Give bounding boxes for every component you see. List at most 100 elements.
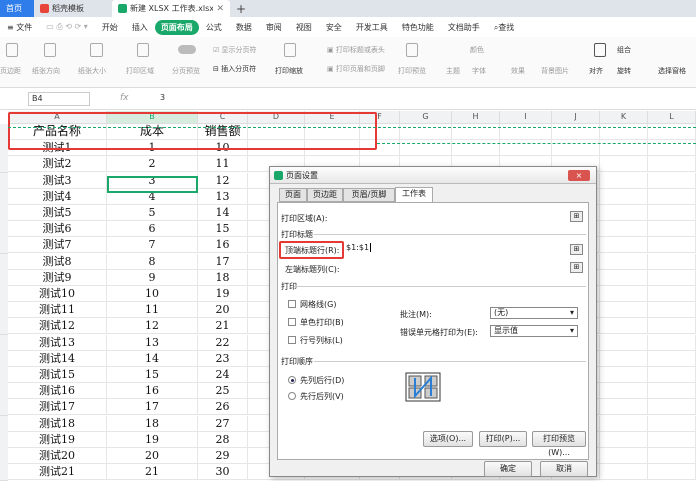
column-header-i[interactable]: I: [500, 111, 552, 124]
menu-view[interactable]: 视图: [289, 22, 319, 33]
menu-search[interactable]: ⌕查找: [487, 22, 521, 33]
row-header[interactable]: [0, 270, 8, 287]
row-header[interactable]: [0, 464, 8, 481]
empty-cell[interactable]: [600, 399, 648, 415]
headings-checkbox[interactable]: [288, 336, 296, 344]
row-header[interactable]: [0, 318, 8, 335]
table-cell[interactable]: 测试5: [8, 205, 107, 221]
print-area-picker-icon[interactable]: ⊞: [570, 211, 583, 222]
table-cell[interactable]: 测试9: [8, 270, 107, 286]
theme-button[interactable]: 主题: [446, 66, 460, 76]
tab-template[interactable]: 稻壳模板: [34, 0, 112, 17]
empty-cell[interactable]: [600, 383, 648, 399]
empty-cell[interactable]: [600, 286, 648, 302]
empty-cell[interactable]: [648, 367, 696, 383]
empty-cell[interactable]: [600, 270, 648, 286]
table-cell[interactable]: 测试3: [8, 173, 107, 189]
table-cell[interactable]: 12: [198, 173, 248, 189]
empty-cell[interactable]: [600, 464, 648, 480]
table-cell[interactable]: 24: [198, 367, 248, 383]
table-cell[interactable]: 测试10: [8, 286, 107, 302]
table-cell[interactable]: 27: [198, 416, 248, 432]
show-page-break-checkbox[interactable]: ☑ 显示分页符: [213, 45, 257, 55]
print-area-icon[interactable]: [137, 43, 149, 57]
page-break-toggle[interactable]: [178, 45, 196, 54]
empty-cell[interactable]: [648, 286, 696, 302]
background-button[interactable]: 背景图片: [541, 66, 569, 76]
empty-cell[interactable]: [600, 448, 648, 464]
table-cell[interactable]: 测试11: [8, 302, 107, 318]
empty-cell[interactable]: [600, 221, 648, 237]
column-header-h[interactable]: H: [452, 111, 500, 124]
table-cell[interactable]: 8: [107, 254, 198, 270]
color-button[interactable]: 颜色: [470, 45, 484, 55]
table-cell[interactable]: 26: [198, 399, 248, 415]
menu-page-layout[interactable]: 页面布局: [154, 19, 199, 35]
table-cell[interactable]: 测试7: [8, 237, 107, 253]
empty-cell[interactable]: [648, 156, 696, 172]
row-header[interactable]: [0, 448, 8, 465]
table-cell[interactable]: 20: [198, 302, 248, 318]
empty-cell[interactable]: [648, 254, 696, 270]
row-header[interactable]: [0, 351, 8, 368]
tab-page[interactable]: 页面: [279, 188, 307, 202]
ok-button[interactable]: 确定: [484, 461, 532, 477]
print-scale-icon[interactable]: [284, 43, 296, 57]
table-cell[interactable]: 2: [107, 156, 198, 172]
empty-cell[interactable]: [648, 237, 696, 253]
table-cell[interactable]: 测试8: [8, 254, 107, 270]
empty-cell[interactable]: [600, 173, 648, 189]
group-button[interactable]: 组合: [617, 45, 631, 55]
table-cell[interactable]: 17: [107, 399, 198, 415]
margins-button[interactable]: 页边距: [0, 66, 21, 76]
table-cell[interactable]: 测试18: [8, 416, 107, 432]
print-preview-dialog-button[interactable]: 打印预览(W)...: [532, 431, 586, 457]
tab-sheet[interactable]: 工作表: [395, 187, 433, 203]
print-preview-icon[interactable]: [406, 43, 418, 57]
column-header-j[interactable]: J: [552, 111, 600, 124]
table-cell[interactable]: 13: [198, 189, 248, 205]
print-titles-button[interactable]: ▣ 打印标题或表头: [327, 45, 385, 55]
table-cell[interactable]: 20: [107, 448, 198, 464]
mono-checkbox[interactable]: [288, 318, 296, 326]
table-cell[interactable]: 测试20: [8, 448, 107, 464]
rows-picker-icon[interactable]: ⊞: [570, 244, 583, 255]
page-break-preview-button[interactable]: 分页预览: [172, 66, 200, 76]
empty-cell[interactable]: [648, 318, 696, 334]
table-cell[interactable]: 21: [198, 318, 248, 334]
menu-developer[interactable]: 开发工具: [349, 22, 395, 33]
menu-data[interactable]: 数据: [229, 22, 259, 33]
empty-cell[interactable]: [600, 205, 648, 221]
table-cell[interactable]: 测试4: [8, 189, 107, 205]
column-header-l[interactable]: L: [648, 111, 696, 124]
table-cell[interactable]: 5: [107, 205, 198, 221]
table-cell[interactable]: 23: [198, 351, 248, 367]
options-button[interactable]: 选项(O)...: [423, 431, 473, 447]
empty-cell[interactable]: [600, 237, 648, 253]
rotate-button[interactable]: 旋转: [617, 66, 631, 76]
empty-cell[interactable]: [648, 432, 696, 448]
row-header[interactable]: [0, 432, 8, 449]
menu-security[interactable]: 安全: [319, 22, 349, 33]
cols-picker-icon[interactable]: ⊞: [570, 262, 583, 273]
table-cell[interactable]: 测试16: [8, 383, 107, 399]
table-cell[interactable]: 13: [107, 335, 198, 351]
empty-cell[interactable]: [600, 335, 648, 351]
orientation-icon[interactable]: [44, 43, 56, 57]
row-header[interactable]: [0, 221, 8, 238]
table-cell[interactable]: 18: [198, 270, 248, 286]
table-cell[interactable]: 测试12: [8, 318, 107, 334]
table-cell[interactable]: 30: [198, 464, 248, 480]
table-cell[interactable]: 10: [107, 286, 198, 302]
empty-cell[interactable]: [600, 351, 648, 367]
row-header[interactable]: [0, 254, 8, 271]
table-cell[interactable]: 测试2: [8, 156, 107, 172]
empty-cell[interactable]: [648, 351, 696, 367]
table-cell[interactable]: 11: [107, 302, 198, 318]
empty-cell[interactable]: [600, 254, 648, 270]
table-cell[interactable]: 12: [107, 318, 198, 334]
dialog-titlebar[interactable]: 页面设置: [270, 167, 596, 184]
table-cell[interactable]: 测试14: [8, 351, 107, 367]
table-cell[interactable]: 28: [198, 432, 248, 448]
table-cell[interactable]: 17: [198, 254, 248, 270]
